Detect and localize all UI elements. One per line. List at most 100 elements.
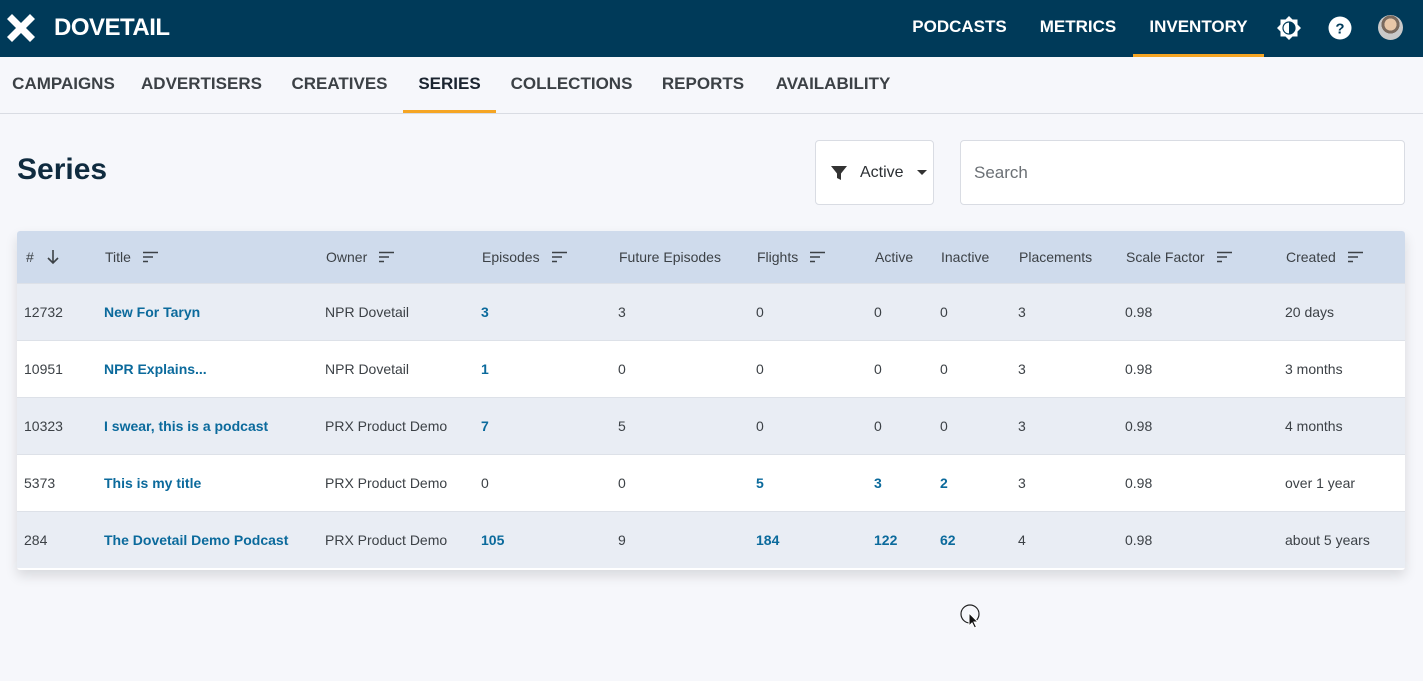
cell-episodes[interactable]: 105 xyxy=(481,512,504,569)
column-header-label: Flights xyxy=(757,249,799,265)
column-header-label: Episodes xyxy=(482,249,540,265)
page-title: Series xyxy=(17,153,108,186)
column-header-owner[interactable]: Owner xyxy=(326,231,395,283)
cell-created: 4 months xyxy=(1285,418,1343,434)
tab-creatives[interactable]: CREATIVES xyxy=(276,57,403,113)
column-header-inactive: Inactive xyxy=(941,231,989,283)
topnav-metrics[interactable]: METRICS xyxy=(1023,0,1133,57)
cell-placements: 4 xyxy=(1018,532,1026,548)
sort-icon xyxy=(551,251,567,263)
column-header-scale-factor[interactable]: Scale Factor xyxy=(1126,231,1232,283)
cell-inactive: 0 xyxy=(940,304,948,320)
table-row: 284 The Dovetail Demo Podcast PRX Product … xyxy=(17,511,1405,568)
filter-icon xyxy=(831,165,847,180)
topnav-podcasts[interactable]: PODCASTS xyxy=(896,0,1023,57)
cell-created: over 1 year xyxy=(1285,475,1356,491)
cell-future-episodes: 5 xyxy=(618,418,626,434)
cell-future-episodes: 3 xyxy=(618,304,626,320)
svg-text:?: ? xyxy=(1335,21,1344,38)
inventory-subnav: CAMPAIGNS ADVERTISERS CREATIVES SERIES C… xyxy=(0,57,1423,114)
top-app-bar: DOVETAIL PODCASTS METRICS INVENTORY ? xyxy=(0,0,1423,57)
cell-created: 20 days xyxy=(1285,304,1335,320)
cell-owner: PRX Product Demo xyxy=(325,418,448,434)
help-icon[interactable]: ? xyxy=(1327,15,1353,41)
cell-created: 3 months xyxy=(1285,361,1343,377)
cell-episodes[interactable]: 1 xyxy=(481,341,489,398)
column-header-placements: Placements xyxy=(1019,231,1092,283)
cell-active: 0 xyxy=(874,418,882,434)
cell-inactive[interactable]: 62 xyxy=(940,512,956,569)
cell-scale-factor: 0.98 xyxy=(1125,532,1153,548)
cell-created: about 5 years xyxy=(1285,532,1370,548)
cell-title[interactable]: New For Taryn xyxy=(104,284,200,341)
cell-active[interactable]: 122 xyxy=(874,512,897,569)
column-header-label: # xyxy=(26,249,34,265)
cell-id: 10951 xyxy=(24,361,63,377)
cell-inactive: 0 xyxy=(940,418,948,434)
cell-title[interactable]: NPR Explains... xyxy=(104,341,207,398)
column-header-label: Created xyxy=(1286,249,1336,265)
tab-series[interactable]: SERIES xyxy=(403,57,496,113)
tab-advertisers[interactable]: ADVERTISERS xyxy=(127,57,276,113)
sort-icon xyxy=(1347,251,1363,263)
tab-reports[interactable]: REPORTS xyxy=(647,57,759,113)
column-header-episodes[interactable]: Episodes xyxy=(482,231,567,283)
cell-flights[interactable]: 5 xyxy=(756,455,764,512)
column-header-flights[interactable]: Flights xyxy=(757,231,826,283)
chevron-down-icon xyxy=(916,170,927,175)
cell-owner: NPR Dovetail xyxy=(325,304,410,320)
cell-flights: 0 xyxy=(756,304,764,320)
table-row: 10323 I swear, this is a podcast PRX Produ… xyxy=(17,397,1405,454)
cell-scale-factor: 0.98 xyxy=(1125,418,1153,434)
column-header-label: Inactive xyxy=(941,249,990,265)
user-avatar[interactable] xyxy=(1378,15,1403,40)
cell-scale-factor: 0.98 xyxy=(1125,361,1153,377)
cell-placements: 3 xyxy=(1018,418,1026,434)
column-header-label: Scale Factor xyxy=(1126,249,1205,265)
sort-icon xyxy=(810,251,826,263)
column-header-label: Active xyxy=(875,249,914,265)
cell-title[interactable]: I swear, this is a podcast xyxy=(104,398,268,455)
brightness-icon[interactable] xyxy=(1276,15,1302,41)
cell-inactive: 0 xyxy=(940,361,948,377)
cell-flights: 0 xyxy=(756,361,764,377)
cell-inactive[interactable]: 2 xyxy=(940,455,948,512)
sort-icon xyxy=(1216,251,1232,263)
cell-flights[interactable]: 184 xyxy=(756,512,779,569)
filter-selected-value: Active xyxy=(860,163,904,181)
cell-placements: 3 xyxy=(1018,361,1026,377)
status-filter-dropdown[interactable]: Active xyxy=(815,140,934,205)
table-row: 5373 This is my title PRX Product Demo 0 0 5 3… xyxy=(17,454,1405,511)
column-header-label: Title xyxy=(105,249,131,265)
cell-id: 10323 xyxy=(24,418,63,434)
cell-future-episodes: 0 xyxy=(618,475,626,491)
table-row: 10951 NPR Explains... NPR Dovetail 1 0 0 0 0 3 0.… xyxy=(17,340,1405,397)
brand-logo[interactable]: DOVETAIL xyxy=(4,11,170,45)
column-header-id[interactable]: # xyxy=(26,231,60,283)
column-header-created[interactable]: Created xyxy=(1286,231,1363,283)
column-header-title[interactable]: Title xyxy=(105,231,158,283)
cell-episodes[interactable]: 7 xyxy=(481,398,489,455)
cell-owner: PRX Product Demo xyxy=(325,532,448,548)
tab-availability[interactable]: AVAILABILITY xyxy=(759,57,907,113)
cell-owner: NPR Dovetail xyxy=(325,361,410,377)
cell-episodes[interactable]: 3 xyxy=(481,284,489,341)
search-input[interactable] xyxy=(960,140,1405,205)
cell-title[interactable]: This is my title xyxy=(104,455,201,512)
cell-placements: 3 xyxy=(1018,475,1026,491)
cell-scale-factor: 0.98 xyxy=(1125,304,1153,320)
topnav-inventory[interactable]: INVENTORY xyxy=(1133,0,1264,57)
cell-title[interactable]: The Dovetail Demo Podcast xyxy=(104,512,288,569)
cell-episodes: 0 xyxy=(481,475,489,491)
tab-campaigns[interactable]: CAMPAIGNS xyxy=(0,57,127,113)
cell-placements: 3 xyxy=(1018,304,1026,320)
cell-id: 284 xyxy=(24,532,48,548)
cell-scale-factor: 0.98 xyxy=(1125,475,1153,491)
sort-icon xyxy=(379,251,395,263)
sort-icon xyxy=(142,251,158,263)
cell-active[interactable]: 3 xyxy=(874,455,882,512)
tab-collections[interactable]: COLLECTIONS xyxy=(496,57,647,113)
column-header-label: Placements xyxy=(1019,249,1093,265)
column-header-active: Active xyxy=(875,231,913,283)
mouse-cursor-icon xyxy=(960,604,980,629)
